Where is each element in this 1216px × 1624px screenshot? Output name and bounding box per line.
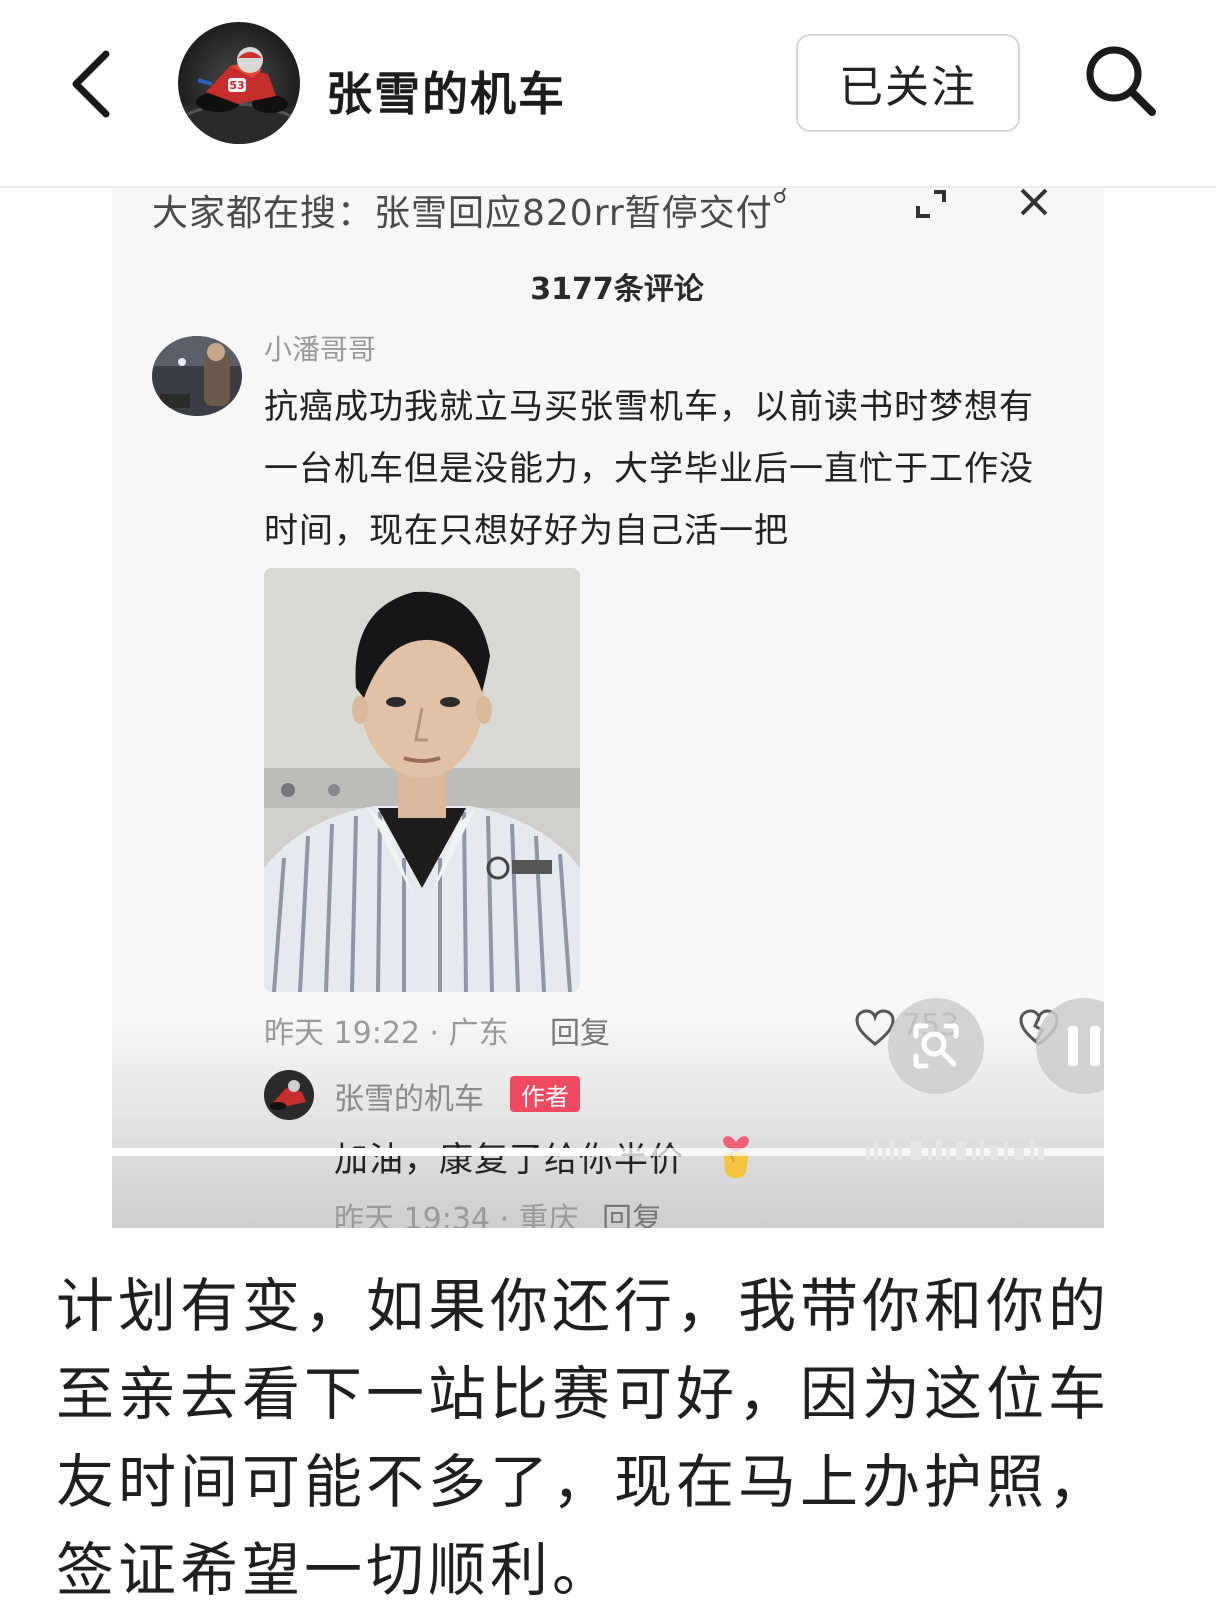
- account-avatar[interactable]: 53: [178, 22, 300, 144]
- expand-icon[interactable]: [912, 188, 968, 218]
- close-icon[interactable]: [1012, 188, 1056, 220]
- back-arrow-icon[interactable]: [64, 46, 124, 122]
- hot-search-bar[interactable]: 大家都在搜：张雪回应820rr暂停交付☌: [152, 188, 788, 236]
- watermark-logo: [866, 1136, 1048, 1166]
- post-caption: 计划有变，如果你还行，我带你和你的至亲去看下一站比赛可好，因为这位车友时间可能不…: [56, 1272, 1111, 1604]
- embedded-comment-screenshot[interactable]: 大家都在搜：张雪回应820rr暂停交付☌ 3177条评论 小潘哥哥 抗癌成功我就…: [112, 188, 1104, 1228]
- commenter-username[interactable]: 小潘哥哥: [264, 328, 376, 368]
- account-name[interactable]: 张雪的机车: [326, 58, 566, 124]
- author-username[interactable]: 张雪的机车: [334, 1074, 484, 1118]
- comment-reply-button[interactable]: 回复: [550, 1008, 610, 1052]
- reply-reply-button[interactable]: 回复: [602, 1194, 662, 1228]
- author-avatar[interactable]: [264, 1070, 314, 1120]
- hot-search-text: 大家都在搜：张雪回应820rr暂停交付: [152, 193, 773, 234]
- top-bar: 53 张雪的机车 已关注: [0, 0, 1216, 188]
- search-icon[interactable]: [1080, 40, 1160, 120]
- video-progress-fill: [112, 1148, 623, 1156]
- author-badge: 作者: [510, 1076, 580, 1112]
- commenter-avatar[interactable]: [152, 336, 242, 416]
- comment-text: 抗癌成功我就立马买张雪机车，以前读书时梦想有一台机车但是没能力，大学毕业后一直忙…: [264, 387, 1034, 551]
- reply-meta: 昨天 19:34 · 重庆: [334, 1202, 579, 1228]
- search-icon: ☌: [772, 188, 789, 209]
- comment-photo[interactable]: [264, 568, 580, 992]
- comment-meta: 昨天 19:22 · 广东: [264, 1016, 509, 1051]
- pause-icon[interactable]: [1036, 998, 1104, 1094]
- comment-count: 3177条评论: [530, 272, 704, 307]
- reply-text: 加油，康复了给你半价: [334, 1140, 684, 1180]
- lens-scan-icon[interactable]: [888, 998, 984, 1094]
- follow-button[interactable]: 已关注: [796, 34, 1020, 132]
- svg-text:53: 53: [229, 79, 244, 92]
